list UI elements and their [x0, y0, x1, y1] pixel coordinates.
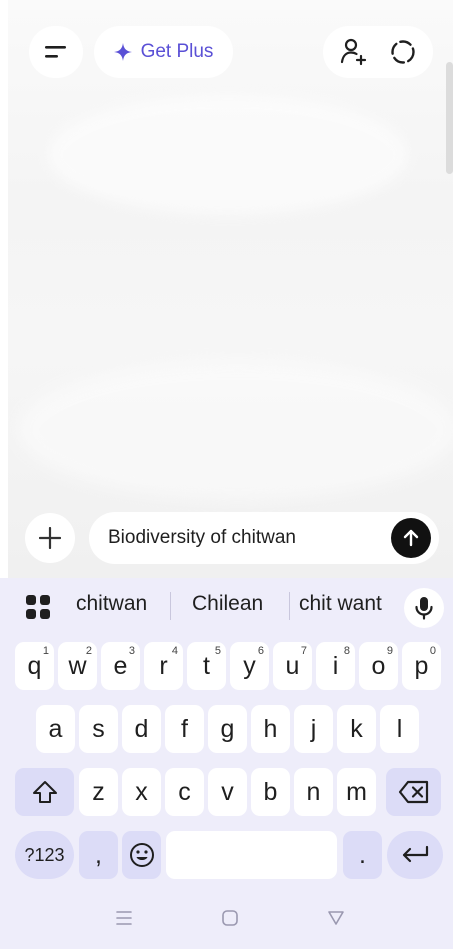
emoji-icon	[129, 843, 154, 867]
shift-icon	[32, 781, 57, 803]
key-v[interactable]: v	[208, 768, 247, 816]
emoji-key[interactable]	[122, 831, 161, 879]
send-button[interactable]	[391, 518, 431, 558]
get-plus-label: Get Plus	[140, 41, 214, 62]
system-nav-bar	[0, 900, 453, 940]
recents-icon	[116, 911, 132, 925]
enter-icon	[402, 845, 429, 863]
key-t[interactable]: t5	[187, 642, 226, 690]
key-p[interactable]: p0	[402, 642, 441, 690]
key-q[interactable]: q1	[15, 642, 54, 690]
recents-button[interactable]	[114, 908, 134, 933]
chat-area	[0, 0, 453, 578]
enter-key[interactable]	[387, 831, 443, 879]
key-b[interactable]: b	[251, 768, 290, 816]
key-r[interactable]: r4	[144, 642, 183, 690]
add-person-icon	[340, 38, 367, 66]
shift-key[interactable]	[15, 768, 74, 816]
microphone-icon	[415, 597, 433, 620]
home-button[interactable]	[220, 908, 240, 933]
symbols-key[interactable]: ?123	[15, 831, 74, 879]
sparkle-icon	[113, 43, 132, 61]
message-input[interactable]: Biodiversity of chitwan	[89, 512, 439, 564]
dashed-circle-icon	[391, 40, 415, 64]
key-a[interactable]: a	[36, 705, 75, 753]
add-people-button[interactable]	[339, 37, 369, 67]
suggestion-divider	[170, 592, 171, 620]
key-e[interactable]: e3	[101, 642, 140, 690]
backspace-icon	[398, 780, 428, 804]
key-j[interactable]: j	[294, 705, 333, 753]
space-key[interactable]	[166, 831, 337, 879]
comma-key[interactable]: ,	[79, 831, 118, 879]
suggestion-2[interactable]: Chilean	[192, 592, 263, 616]
back-triangle-icon	[328, 911, 344, 925]
suggestion-1[interactable]: chitwan	[76, 592, 147, 616]
backspace-key[interactable]	[386, 768, 441, 816]
home-icon	[222, 910, 238, 926]
menu-button[interactable]	[29, 26, 83, 78]
key-y[interactable]: y6	[230, 642, 269, 690]
arrow-up-icon	[403, 529, 419, 547]
suggestion-bar: chitwan Chilean chit want	[0, 578, 453, 634]
key-o[interactable]: o9	[359, 642, 398, 690]
key-d[interactable]: d	[122, 705, 161, 753]
key-c[interactable]: c	[165, 768, 204, 816]
key-m[interactable]: m	[337, 768, 376, 816]
menu-icon	[45, 46, 66, 58]
scrollbar[interactable]	[446, 62, 453, 174]
key-i[interactable]: i8	[316, 642, 355, 690]
attach-button[interactable]	[25, 513, 75, 563]
grid-icon	[26, 595, 50, 619]
key-k[interactable]: k	[337, 705, 376, 753]
top-right-actions	[323, 26, 433, 78]
suggestion-3[interactable]: chit want	[299, 592, 382, 616]
message-input-text[interactable]: Biodiversity of chitwan	[108, 527, 391, 549]
period-key[interactable]: .	[343, 831, 382, 879]
key-w[interactable]: w2	[58, 642, 97, 690]
apps-grid-button[interactable]	[25, 594, 51, 625]
key-l[interactable]: l	[380, 705, 419, 753]
key-f[interactable]: f	[165, 705, 204, 753]
plus-icon	[39, 527, 61, 549]
key-g[interactable]: g	[208, 705, 247, 753]
suggestion-divider	[289, 592, 290, 620]
temporary-chat-button[interactable]	[389, 38, 417, 66]
key-u[interactable]: u7	[273, 642, 312, 690]
back-button[interactable]	[326, 908, 346, 933]
key-x[interactable]: x	[122, 768, 161, 816]
key-s[interactable]: s	[79, 705, 118, 753]
key-n[interactable]: n	[294, 768, 333, 816]
keyboard: chitwan Chilean chit want q1 w2 e3 r4 t5…	[0, 578, 453, 949]
get-plus-button[interactable]: Get Plus	[94, 26, 233, 78]
voice-input-button[interactable]	[404, 588, 444, 628]
key-h[interactable]: h	[251, 705, 290, 753]
key-z[interactable]: z	[79, 768, 118, 816]
